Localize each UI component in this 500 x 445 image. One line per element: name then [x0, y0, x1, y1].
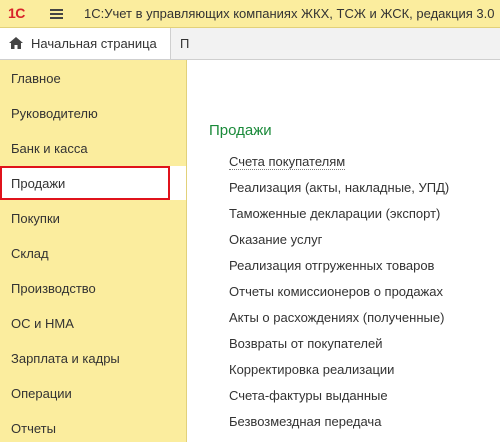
sidebar-item-bank-i-kassa[interactable]: Банк и касса	[0, 131, 186, 165]
sidebar-item-label: Зарплата и кадры	[11, 351, 120, 366]
sidebar-item-glavnoe[interactable]: Главное	[0, 61, 186, 95]
sidebar-item-label: Главное	[11, 71, 61, 86]
sidebar-item-zarplata-i-kadry[interactable]: Зарплата и кадры	[0, 341, 186, 375]
sidebar-item-label: Отчеты	[11, 421, 56, 436]
link-bezvozmezdnaya-peredacha[interactable]: Безвозмездная передача	[229, 414, 381, 429]
sidebar-item-rukovoditelyu[interactable]: Руководителю	[0, 96, 186, 130]
section-title: Продажи	[209, 122, 272, 139]
sidebar-item-pokupki[interactable]: Покупки	[0, 201, 186, 235]
tab-home-label: Начальная страница	[31, 36, 157, 51]
hamburger-menu-icon[interactable]	[50, 9, 63, 19]
link-akty-o-rashozhdeniyah[interactable]: Акты о расхождениях (полученные)	[229, 310, 444, 325]
sidebar-item-proizvodstvo[interactable]: Производство	[0, 271, 186, 305]
sidebar-item-label: Продажи	[11, 176, 66, 191]
sidebar-item-label: Банк и касса	[11, 141, 88, 156]
sidebar-item-label: Покупки	[11, 211, 60, 226]
sidebar-item-label: Операции	[11, 386, 72, 401]
sidebar: Главное Руководителю Банк и касса Продаж…	[0, 60, 187, 442]
link-okazanie-uslug[interactable]: Оказание услуг	[229, 232, 322, 247]
sidebar-item-label: ОС и НМА	[11, 316, 74, 331]
link-realizaciya-otgruzhennyh[interactable]: Реализация отгруженных товаров	[229, 258, 434, 273]
sidebar-item-sklad[interactable]: Склад	[0, 236, 186, 270]
sidebar-item-otchety[interactable]: Отчеты	[0, 411, 186, 445]
link-otchety-komissionerov[interactable]: Отчеты комиссионеров о продажах	[229, 284, 443, 299]
sidebar-item-label: Руководителю	[11, 106, 98, 121]
main-panel: Продажи Счета покупателям Реализация (ак…	[187, 60, 500, 442]
sidebar-item-operacii[interactable]: Операции	[0, 376, 186, 410]
link-scheta-faktury-vydannye[interactable]: Счета-фактуры выданные	[229, 388, 388, 403]
link-korrektirovka-realizacii[interactable]: Корректировка реализации	[229, 362, 394, 377]
link-tamozhennye-deklaracii[interactable]: Таможенные декларации (экспорт)	[229, 206, 440, 221]
title-bar: 1С 1С:Учет в управляющих компаниях ЖКХ, …	[0, 0, 500, 28]
app-title: 1С:Учет в управляющих компаниях ЖКХ, ТСЖ…	[84, 6, 495, 21]
link-vozvraty-ot-pokupateley[interactable]: Возвраты от покупателей	[229, 336, 383, 351]
sidebar-item-os-i-nma[interactable]: ОС и НМА	[0, 306, 186, 340]
app-logo: 1С	[8, 5, 25, 21]
sidebar-item-label: Производство	[11, 281, 96, 296]
tab-home-page[interactable]: Начальная страница	[0, 28, 171, 59]
home-icon	[9, 37, 23, 49]
sidebar-item-prodazhi[interactable]: Продажи	[0, 166, 186, 200]
tab-bar: Начальная страница П	[0, 28, 500, 60]
link-scheta-pokupatelyam[interactable]: Счета покупателям	[229, 154, 346, 170]
link-realizaciya[interactable]: Реализация (акты, накладные, УПД)	[229, 180, 449, 195]
tab-next[interactable]: П	[171, 28, 191, 59]
tab-next-label: П	[180, 36, 190, 51]
sidebar-item-label: Склад	[11, 246, 49, 261]
